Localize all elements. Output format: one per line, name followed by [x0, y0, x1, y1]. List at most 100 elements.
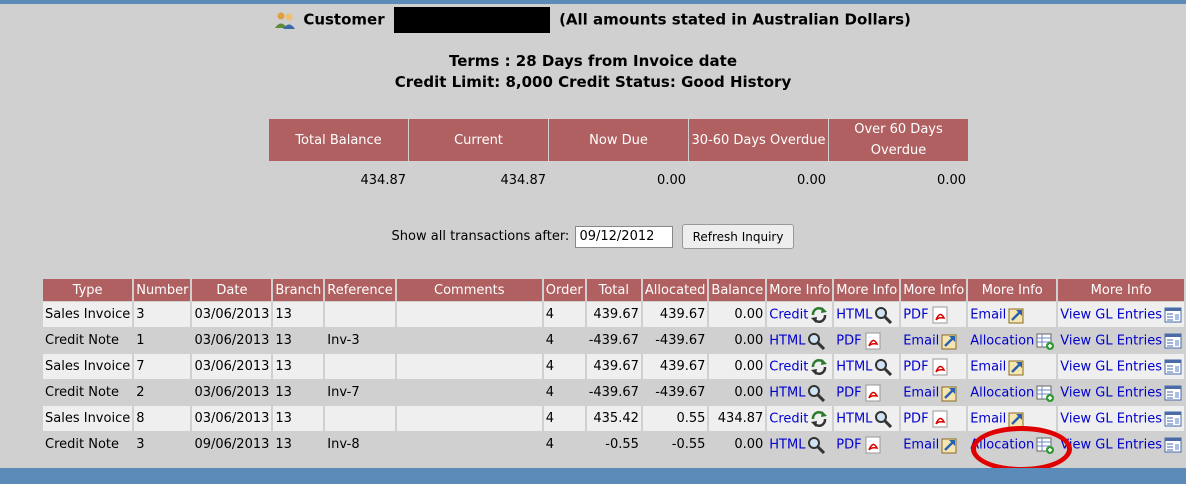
credit-link[interactable]: Credit: [769, 411, 808, 426]
cell-date: 03/06/2013: [192, 406, 272, 431]
cell-order: 4: [543, 302, 585, 327]
allocation-link[interactable]: Allocation: [970, 385, 1034, 400]
pdf-icon[interactable]: [864, 384, 882, 402]
pdf-icon[interactable]: [864, 436, 882, 454]
cell-order: 4: [543, 432, 585, 457]
magnifier-icon[interactable]: [874, 358, 893, 376]
gl-entries-icon[interactable]: [1164, 306, 1182, 324]
credit-link[interactable]: Credit: [769, 307, 808, 322]
aging-header: 30-60 Days Overdue: [689, 119, 828, 161]
email-upload-icon[interactable]: [941, 332, 959, 350]
email-link[interactable]: Email: [970, 359, 1006, 374]
cell-type: Sales Invoice: [43, 354, 133, 379]
pdf-icon[interactable]: [931, 306, 949, 324]
cell-balance: 0.00: [709, 380, 766, 405]
pdf-icon[interactable]: [864, 332, 882, 350]
html-link[interactable]: HTML: [769, 385, 805, 400]
magnifier-icon[interactable]: [807, 332, 826, 350]
cell-action: HTML: [834, 354, 900, 379]
credit-refresh-icon[interactable]: [810, 358, 828, 376]
email-upload-icon[interactable]: [1008, 358, 1026, 376]
view-gl-entries-link[interactable]: View GL Entries: [1060, 333, 1162, 348]
html-link[interactable]: HTML: [769, 333, 805, 348]
pdf-icon[interactable]: [931, 410, 949, 428]
cell-branch: 13: [273, 302, 324, 327]
gl-entries-icon[interactable]: [1164, 358, 1182, 376]
magnifier-icon[interactable]: [874, 306, 893, 324]
cell-number: 3: [134, 302, 191, 327]
gl-entries-icon[interactable]: [1164, 410, 1182, 428]
col-reference: Reference: [325, 279, 395, 301]
cell-action: Email: [901, 328, 967, 353]
view-gl-entries-link[interactable]: View GL Entries: [1060, 437, 1162, 452]
cell-order: 4: [543, 328, 585, 353]
cell-branch: 13: [273, 380, 324, 405]
cell-order: 4: [543, 406, 585, 431]
cell-number: 1: [134, 328, 191, 353]
customer-label: Customer: [303, 10, 385, 29]
email-link[interactable]: Email: [970, 307, 1006, 322]
currency-note: (All amounts stated in Australian Dollar…: [559, 10, 911, 29]
magnifier-icon[interactable]: [807, 436, 826, 454]
cell-date: 03/06/2013: [192, 380, 272, 405]
customer-icon: [275, 12, 296, 29]
magnifier-icon[interactable]: [807, 384, 826, 402]
cell-branch: 13: [273, 432, 324, 457]
credit-link[interactable]: Credit: [769, 359, 808, 374]
refresh-inquiry-button[interactable]: Refresh Inquiry: [681, 224, 795, 249]
col-date: Date: [192, 279, 272, 301]
view-gl-entries-link[interactable]: View GL Entries: [1060, 359, 1162, 374]
pdf-link[interactable]: PDF: [903, 359, 928, 374]
aging-header: Now Due: [549, 119, 688, 161]
cell-reference: Inv-7: [325, 380, 395, 405]
cell-allocated: -439.67: [642, 328, 708, 353]
email-link[interactable]: Email: [970, 411, 1006, 426]
email-link[interactable]: Email: [903, 437, 939, 452]
gl-entries-icon[interactable]: [1164, 436, 1182, 454]
pdf-link[interactable]: PDF: [836, 385, 861, 400]
transaction-row: Credit Note 2 03/06/2013 13 Inv-7 4 -439.67 -43…: [43, 380, 1184, 405]
cell-action: Email: [901, 380, 967, 405]
gl-entries-icon[interactable]: [1164, 332, 1182, 350]
magnifier-icon[interactable]: [874, 410, 893, 428]
html-link[interactable]: HTML: [836, 359, 872, 374]
allocation-link[interactable]: Allocation: [970, 333, 1034, 348]
cell-reference: [325, 302, 395, 327]
pdf-link[interactable]: PDF: [903, 411, 928, 426]
transaction-row: Sales Invoice 3 03/06/2013 13 4 439.67 439.67 0…: [43, 302, 1184, 327]
cell-balance: 0.00: [709, 432, 766, 457]
cell-balance: 0.00: [709, 354, 766, 379]
html-link[interactable]: HTML: [769, 437, 805, 452]
aging-header-row: Total Balance Current Now Due 30-60 Days…: [269, 119, 968, 161]
view-gl-entries-link[interactable]: View GL Entries: [1060, 307, 1162, 322]
cell-date: 03/06/2013: [192, 328, 272, 353]
date-after-input[interactable]: [575, 225, 674, 248]
pdf-link[interactable]: PDF: [836, 437, 861, 452]
view-gl-entries-link[interactable]: View GL Entries: [1060, 411, 1162, 426]
allocation-highlight-circle: [971, 426, 1072, 472]
pdf-link[interactable]: PDF: [903, 307, 928, 322]
allocation-icon[interactable]: [1036, 384, 1055, 402]
pdf-icon[interactable]: [931, 358, 949, 376]
cell-action: PDF: [901, 406, 967, 431]
email-link[interactable]: Email: [903, 385, 939, 400]
cell-branch: 13: [273, 328, 324, 353]
html-link[interactable]: HTML: [836, 411, 872, 426]
pdf-link[interactable]: PDF: [836, 333, 861, 348]
email-link[interactable]: Email: [903, 333, 939, 348]
aging-value: 434.87: [360, 172, 407, 188]
credit-refresh-icon[interactable]: [810, 306, 828, 324]
allocation-icon[interactable]: [1036, 332, 1055, 350]
html-link[interactable]: HTML: [836, 307, 872, 322]
transaction-row: Credit Note 1 03/06/2013 13 Inv-3 4 -439.67 -43…: [43, 328, 1184, 353]
email-upload-icon[interactable]: [941, 384, 959, 402]
cell-total: -439.67: [586, 328, 641, 353]
gl-entries-icon[interactable]: [1164, 384, 1182, 402]
cell-action: PDF: [834, 432, 900, 457]
aging-header: Total Balance: [269, 119, 408, 161]
email-upload-icon[interactable]: [1008, 410, 1026, 428]
credit-refresh-icon[interactable]: [810, 410, 828, 428]
email-upload-icon[interactable]: [1008, 306, 1026, 324]
view-gl-entries-link[interactable]: View GL Entries: [1060, 385, 1162, 400]
email-upload-icon[interactable]: [941, 436, 959, 454]
